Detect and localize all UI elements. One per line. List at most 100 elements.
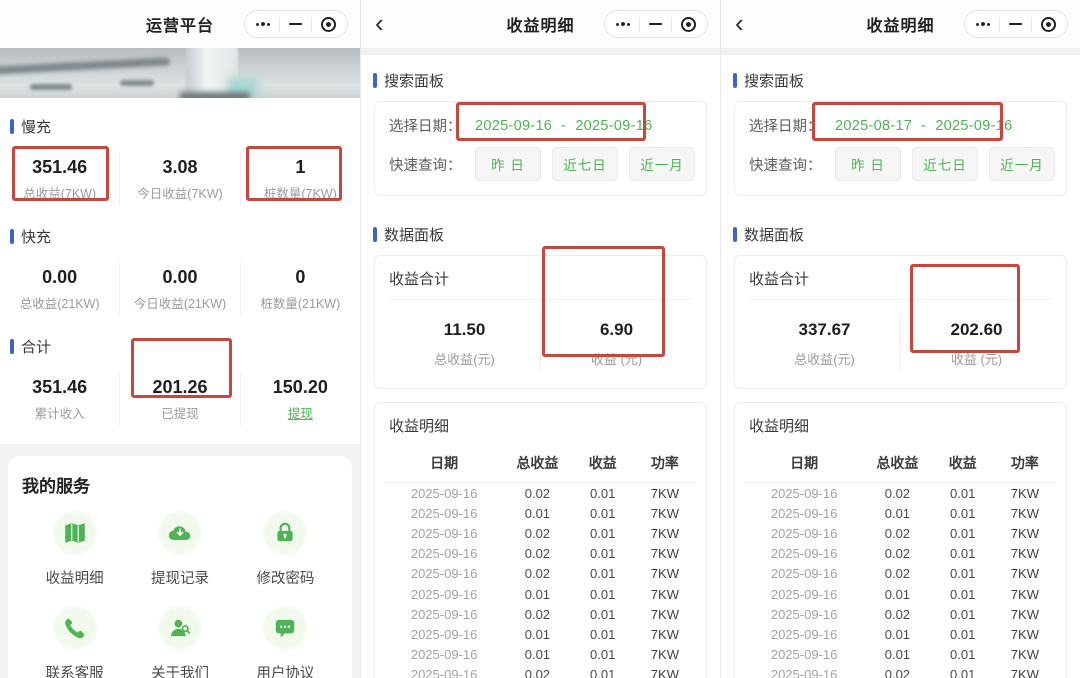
target-icon[interactable] (1041, 16, 1056, 32)
cell-power: 7KW (650, 485, 679, 501)
date-label: 选择日期： (389, 119, 462, 135)
cell-income: 0.01 (590, 606, 616, 622)
cell-total-income: 0.02 (884, 485, 911, 501)
service-item[interactable]: 关于我们 (127, 606, 232, 678)
cell-income: 0.01 (950, 505, 976, 521)
quick-query-button[interactable]: 近一月 (629, 147, 695, 181)
more-dots-icon[interactable] (255, 21, 270, 27)
charging-station-photo (0, 48, 360, 98)
cell-total-income: 0.01 (524, 647, 551, 663)
section-marker (373, 73, 377, 88)
section-search-panel: 搜索面板 (373, 70, 720, 91)
stat-value: 351.46 (32, 157, 88, 177)
table-row: 2025-09-16 0.01 0.01 7KW (385, 503, 696, 523)
cell-income: 0.01 (950, 566, 976, 582)
cell-total-income: 0.02 (884, 525, 911, 541)
service-item[interactable]: 联系客服 (22, 606, 127, 678)
service-item[interactable]: 修改密码 (233, 511, 338, 588)
date-range-picker[interactable]: 2025-08-17-2025-09-16 (835, 118, 1012, 134)
cell-date: 2025-09-16 (410, 566, 478, 582)
stat-value: 0.00 (162, 267, 198, 287)
quick-query-button[interactable]: 昨 日 (475, 147, 541, 181)
more-dots-icon[interactable] (615, 21, 630, 27)
app-header: ‹ 收益明细 (361, 0, 720, 48)
lock-icon (272, 520, 298, 546)
panel-income-detail-day: ‹ 收益明细 搜索面板 选择日期： 2025-09-16-2025-09-16 (360, 0, 720, 678)
cell-income: 0.01 (590, 626, 616, 642)
section-marker (733, 227, 737, 242)
stat-cell: 0.00 今日收益(21KW) (119, 261, 239, 316)
table-column-header: 总收益 (863, 446, 932, 483)
stat-value: 337.67 (798, 320, 851, 339)
cell-power: 7KW (1010, 626, 1039, 642)
minimize-icon[interactable] (289, 22, 302, 26)
stat-value: 201.26 (152, 377, 208, 397)
more-dots-icon[interactable] (975, 21, 990, 27)
back-chevron-icon[interactable]: ‹ (735, 8, 744, 38)
section-data-panel: 数据面板 (373, 224, 720, 245)
cell-power: 7KW (1010, 667, 1039, 678)
service-label: 修改密码 (256, 571, 315, 587)
stat-value: 11.50 (443, 320, 486, 339)
cell-power: 7KW (1010, 566, 1039, 582)
cell-date: 2025-09-16 (410, 485, 478, 501)
date-label: 选择日期： (749, 119, 822, 135)
table-row: 2025-09-16 0.02 0.01 7KW (385, 564, 696, 584)
service-item[interactable]: 提现记录 (127, 511, 232, 588)
quick-query-button[interactable]: 近七日 (912, 147, 978, 181)
screenshot-root: 运营平台 慢充 351.46 总收益(7KW) 3.08 今日收益(7KW) 1… (0, 0, 1080, 678)
quick-query-button[interactable]: 昨 日 (835, 147, 901, 181)
table-row: 2025-09-16 0.01 0.01 7KW (745, 584, 1056, 604)
cell-income: 0.01 (950, 485, 976, 501)
cell-income: 0.01 (950, 626, 976, 642)
summary-title: 收益合计 (389, 268, 692, 300)
table-title: 收益明细 (749, 418, 810, 435)
miniprogram-capsule (963, 10, 1068, 38)
stat-cell: 6.90 收益 (元) (540, 314, 692, 372)
stat-cell: 150.20 提现 (239, 371, 360, 426)
app-header: ‹ 收益明细 (721, 0, 1080, 48)
minimize-icon[interactable] (1009, 22, 1022, 26)
services-title: 我的服务 (22, 477, 90, 496)
income-table-card: 收益明细 日期 总收益 收益 功率 2025-09-16 0.02 0.01 7… (734, 402, 1067, 678)
service-item[interactable]: 收益明细 (22, 511, 127, 588)
cell-power: 7KW (650, 606, 679, 622)
quick-query-button[interactable]: 近一月 (989, 147, 1055, 181)
income-summary-card: 收益合计 337.67 总收益(元) 202.60 收益 (元) (734, 255, 1067, 389)
table-column-header: 日期 (385, 446, 504, 483)
search-card: 选择日期： 2025-09-16-2025-09-16 快速查询： 昨 日 近七… (374, 101, 707, 196)
table-column-header: 总收益 (503, 446, 572, 483)
cell-total-income: 0.02 (524, 566, 551, 582)
back-chevron-icon[interactable]: ‹ (375, 8, 384, 38)
date-start[interactable]: 2025-08-17 (835, 118, 912, 134)
my-services-card: 我的服务 收益明细 提现记录 修改密码 联系客服 关于我们 用户协议 (8, 456, 352, 678)
stat-label: 收益 (元) (950, 352, 1003, 367)
minimize-icon[interactable] (649, 22, 662, 26)
target-icon[interactable] (321, 16, 336, 32)
cell-date: 2025-09-16 (410, 586, 478, 602)
cell-power: 7KW (650, 647, 679, 663)
date-start[interactable]: 2025-09-16 (475, 118, 552, 134)
section-marker (10, 229, 14, 244)
quick-query-button[interactable]: 近七日 (552, 147, 618, 181)
section-total: 合计 (10, 336, 360, 357)
cell-total-income: 0.02 (884, 667, 911, 678)
section-marker (10, 119, 14, 134)
cell-income: 0.01 (950, 647, 976, 663)
date-range-picker[interactable]: 2025-09-16-2025-09-16 (475, 118, 652, 134)
cell-income: 0.01 (590, 525, 616, 541)
table-row: 2025-09-16 0.02 0.01 7KW (385, 523, 696, 543)
date-end[interactable]: 2025-09-16 (575, 118, 652, 134)
table-row: 2025-09-16 0.01 0.01 7KW (745, 645, 1056, 665)
stat-label: 桩数量(21KW) (260, 297, 341, 311)
withdraw-link[interactable]: 提现 (243, 403, 358, 422)
date-end[interactable]: 2025-09-16 (935, 118, 1012, 134)
service-item[interactable]: 用户协议 (233, 606, 338, 678)
cell-income: 0.01 (590, 546, 616, 562)
about-us-icon (167, 615, 193, 641)
table-row: 2025-09-16 0.02 0.01 7KW (745, 604, 1056, 624)
table-row: 2025-09-16 0.02 0.01 7KW (745, 544, 1056, 564)
table-column-header: 收益 (571, 446, 634, 483)
target-icon[interactable] (681, 16, 696, 32)
section-marker (10, 339, 14, 354)
